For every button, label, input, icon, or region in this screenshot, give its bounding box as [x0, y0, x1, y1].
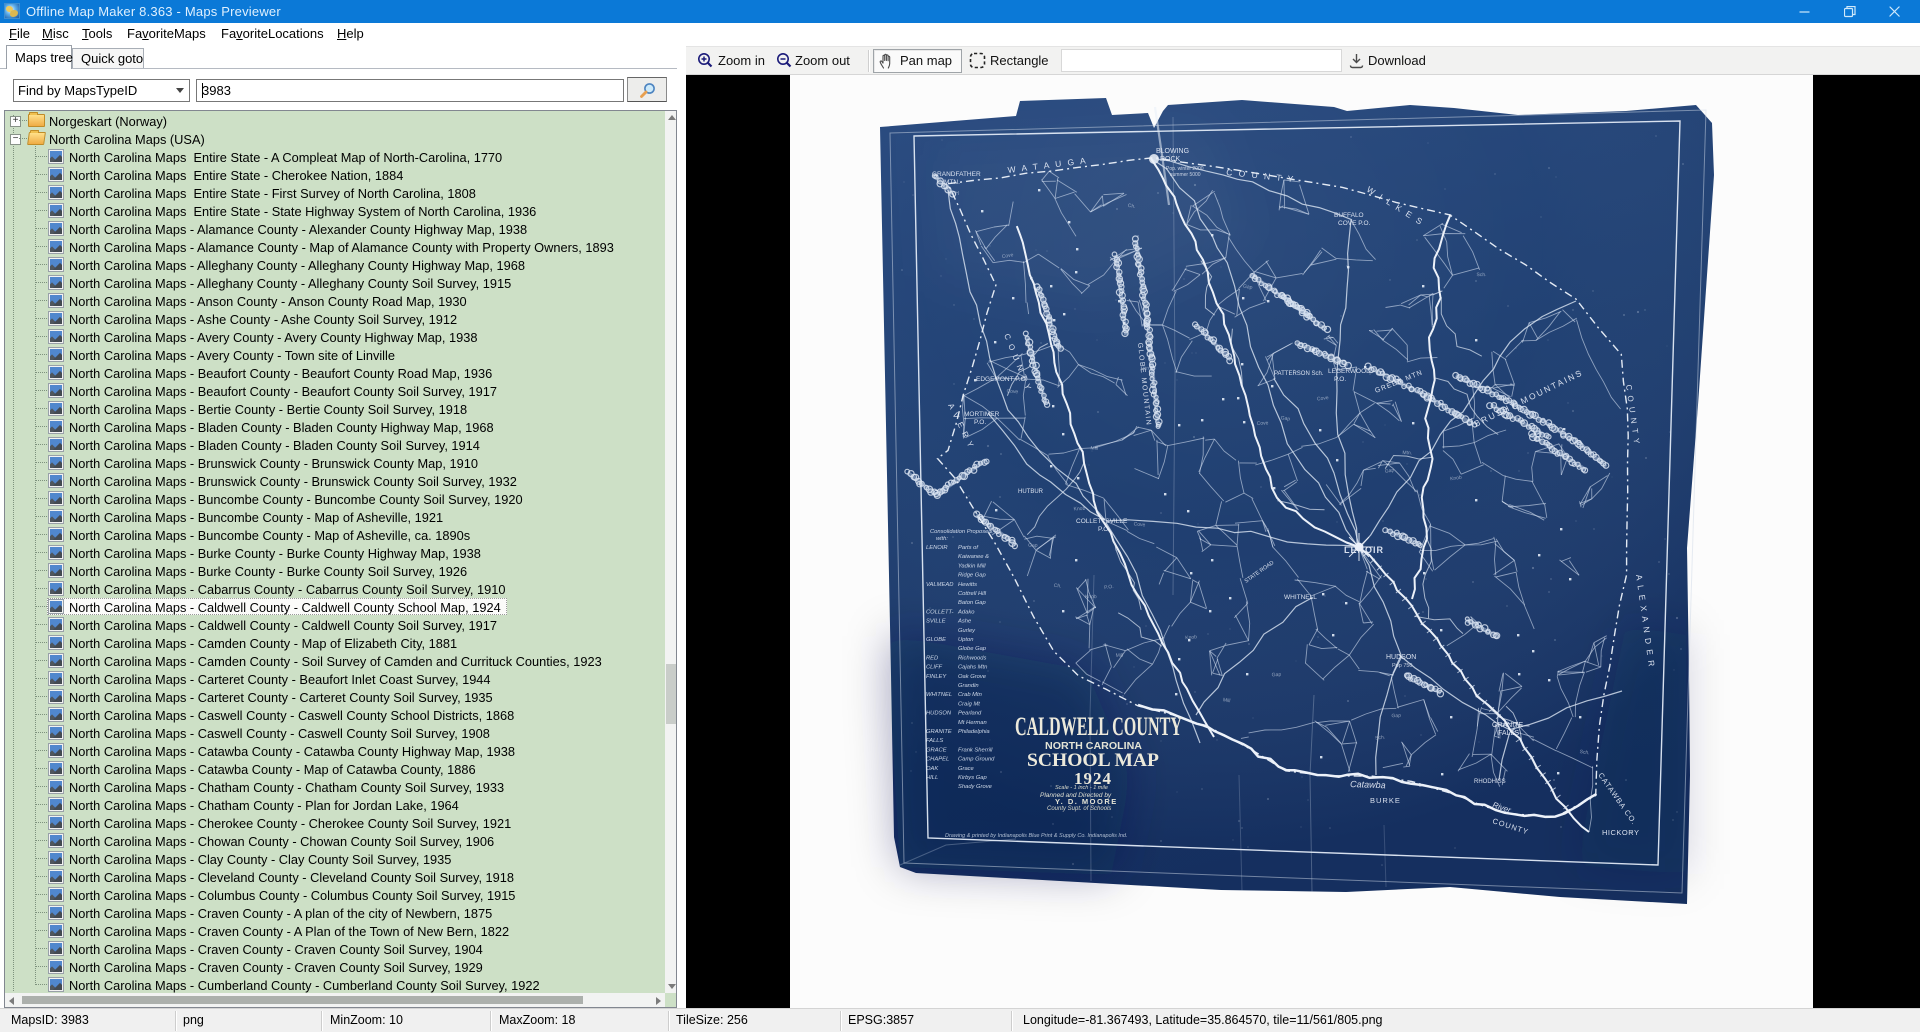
svg-text:with:: with:: [936, 536, 948, 542]
svg-text:COVE P.O.: COVE P.O.: [1338, 220, 1371, 227]
svg-text:Camp Ground: Camp Ground: [958, 757, 995, 763]
svg-text:Gap: Gap: [1028, 543, 1038, 549]
svg-text:GRANITE: GRANITE: [926, 729, 952, 735]
svg-text:FALLS: FALLS: [1498, 730, 1519, 737]
svg-text:WHITNEL: WHITNEL: [926, 692, 952, 698]
svg-text:Globe Gap: Globe Gap: [958, 646, 987, 652]
svg-text:PATTERSON Sch.: PATTERSON Sch.: [1274, 371, 1324, 377]
svg-text:Shady Grove: Shady Grove: [958, 784, 993, 790]
svg-text:Crab Mtn: Crab Mtn: [958, 692, 982, 698]
svg-text:Mtn.: Mtn.: [1140, 365, 1150, 372]
svg-text:Cajahs Mtn: Cajahs Mtn: [958, 665, 987, 671]
svg-text:Cove: Cove: [1006, 388, 1018, 395]
svg-text:Sch.: Sch.: [1375, 734, 1386, 741]
svg-text:RHODHISS: RHODHISS: [1474, 779, 1506, 785]
svg-text:LEGERWOOD: LEGERWOOD: [1328, 368, 1371, 375]
svg-text:Pop 750: Pop 750: [1392, 663, 1413, 669]
svg-text:Gap: Gap: [1391, 713, 1401, 719]
svg-text:MTN.: MTN.: [944, 179, 960, 186]
svg-text:HUDSON: HUDSON: [926, 711, 952, 717]
svg-text:Kirbys Gap: Kirbys Gap: [958, 775, 987, 781]
svg-text:Ashe: Ashe: [957, 619, 972, 625]
svg-text:Ch.: Ch.: [1127, 203, 1136, 210]
svg-text:Ridge Gap: Ridge Gap: [958, 573, 986, 579]
svg-text:FALLS: FALLS: [926, 738, 943, 744]
svg-text:GRACE: GRACE: [926, 747, 947, 753]
svg-text:MTH: MTH: [948, 191, 959, 197]
svg-text:HICKORY: HICKORY: [1602, 828, 1640, 837]
svg-text:Sch.: Sch.: [1476, 272, 1486, 278]
svg-text:MORTIMER: MORTIMER: [964, 411, 1000, 418]
svg-text:BUFFALO: BUFFALO: [1334, 212, 1364, 219]
svg-text:SVILLE: SVILLE: [926, 619, 946, 625]
svg-text:Adako: Adako: [957, 609, 975, 615]
svg-text:Cove: Cove: [1257, 420, 1269, 426]
svg-text:Ch.: Ch.: [1053, 583, 1061, 590]
svg-text:Baton Gap: Baton Gap: [958, 600, 986, 606]
svg-text:Mill: Mill: [1116, 653, 1124, 659]
svg-text:EDGEMONT P.O.: EDGEMONT P.O.: [976, 376, 1028, 383]
svg-text:Cove: Cove: [1133, 521, 1145, 528]
svg-text:WHITNELL: WHITNELL: [1284, 594, 1317, 601]
svg-text:Y. D. MOORE: Y. D. MOORE: [1055, 797, 1118, 806]
svg-text:BLOWING: BLOWING: [1156, 148, 1189, 155]
svg-text:Yadkin Mill: Yadkin Mill: [958, 563, 986, 569]
svg-text:CHAPEL: CHAPEL: [926, 757, 949, 763]
svg-text:Mtn.: Mtn.: [1402, 450, 1412, 456]
svg-text:BURKE: BURKE: [1370, 796, 1401, 805]
svg-text:Philadelphia: Philadelphia: [958, 729, 990, 735]
svg-text:ROCK: ROCK: [1160, 156, 1181, 163]
svg-text:SCHOOL MAP: SCHOOL MAP: [1027, 750, 1159, 771]
svg-text:Richwoods: Richwoods: [958, 655, 986, 661]
svg-text:COLLETTSVILLE: COLLETTSVILLE: [1076, 518, 1128, 525]
svg-text:Mt Herman: Mt Herman: [958, 720, 987, 726]
svg-text:Grandin: Grandin: [958, 683, 979, 689]
svg-text:Hewitts: Hewitts: [958, 582, 977, 588]
svg-text:P.O.: P.O.: [1104, 584, 1114, 591]
svg-text:Scale - 1 inch - 1 mile: Scale - 1 inch - 1 mile: [1055, 785, 1108, 791]
svg-text:Drawing & printed by Indianapo: Drawing & printed by Indianapolis Blue P…: [945, 833, 1128, 839]
svg-text:Gurley: Gurley: [958, 628, 976, 634]
svg-text:Oak Grove: Oak Grove: [958, 674, 987, 680]
svg-text:GRANDFATHER: GRANDFATHER: [932, 171, 981, 178]
svg-text:Consolidation Proposed: Consolidation Proposed: [930, 529, 992, 535]
svg-text:Catawba: Catawba: [1350, 779, 1386, 790]
svg-text:HUDSON: HUDSON: [1386, 654, 1416, 661]
svg-text:Knob: Knob: [1085, 594, 1097, 600]
svg-text:Upton: Upton: [958, 637, 973, 643]
svg-text:HUTBUR: HUTBUR: [1018, 489, 1044, 495]
svg-text:OAK: OAK: [926, 766, 939, 772]
svg-text:Mill: Mill: [1222, 697, 1230, 704]
svg-text:Knob: Knob: [1074, 506, 1086, 513]
svg-text:CALDWELL COUNTY: CALDWELL COUNTY: [1015, 712, 1182, 741]
svg-text:HILL: HILL: [926, 775, 938, 781]
svg-text:summer 5000: summer 5000: [1170, 172, 1201, 178]
svg-text:Cottrell Hill: Cottrell Hill: [958, 591, 987, 597]
svg-text:Parts of: Parts of: [958, 545, 979, 551]
svg-text:VALMEAD: VALMEAD: [926, 582, 953, 588]
svg-text:Grace: Grace: [958, 766, 975, 772]
svg-text:Craig Mt: Craig Mt: [958, 701, 980, 707]
svg-text:P.O.: P.O.: [1098, 526, 1110, 533]
svg-text:COLLETT-: COLLETT-: [926, 609, 954, 615]
svg-text:Gap: Gap: [1272, 672, 1282, 679]
svg-text:Kaiwanee &: Kaiwanee &: [958, 554, 989, 560]
svg-text:FINLEY: FINLEY: [926, 674, 947, 680]
svg-text:CLIFF: CLIFF: [926, 665, 943, 671]
svg-text:Knob: Knob: [1185, 634, 1197, 641]
svg-text:Mill: Mill: [1090, 445, 1098, 451]
svg-text:LENOIR: LENOIR: [1344, 545, 1384, 555]
svg-text:RED: RED: [926, 655, 938, 661]
svg-text:P.O.: P.O.: [1334, 376, 1346, 383]
svg-text:County Supt. of Schools: County Supt. of Schools: [1047, 806, 1111, 812]
svg-text:GLOBE: GLOBE: [926, 637, 946, 643]
svg-text:Pearland: Pearland: [958, 711, 982, 717]
svg-text:Frank Sherrill: Frank Sherrill: [958, 747, 993, 753]
svg-text:GRANITE: GRANITE: [1492, 722, 1523, 729]
svg-text:LENOIR: LENOIR: [926, 545, 948, 551]
svg-text:P.O.: P.O.: [974, 419, 986, 426]
